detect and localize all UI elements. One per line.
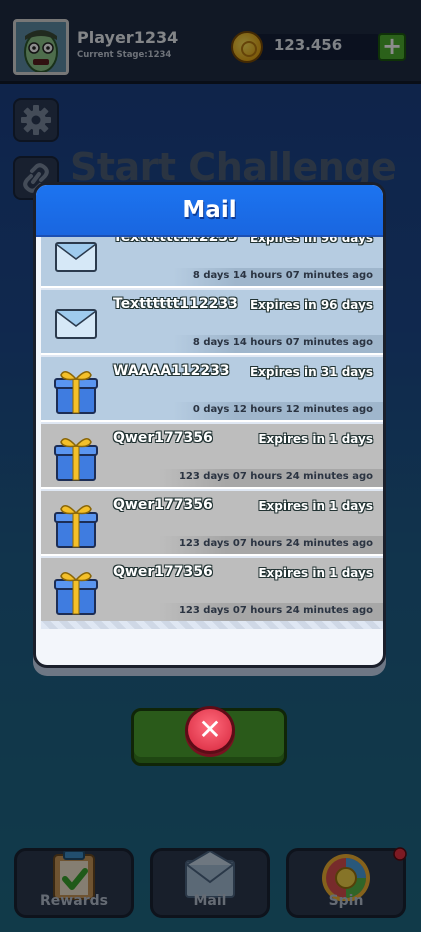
mail-time-ago: 123 days 07 hours 24 minutes ago — [158, 536, 383, 554]
gift-box-icon — [54, 505, 98, 548]
mail-time-ago: 8 days 14 hours 07 minutes ago — [172, 268, 383, 286]
mail-expiry: Expires in 1 days — [258, 566, 373, 580]
close-icon[interactable]: ✕ — [185, 706, 235, 754]
mail-sender: Qwer177356 — [113, 430, 213, 446]
mail-dialog-title: Mail — [182, 197, 237, 223]
envelope-icon — [55, 309, 97, 339]
mail-row[interactable]: Textttttt112233 Expires in 96 days 8 days … — [41, 290, 383, 355]
close-icon-glyph: ✕ — [198, 713, 222, 746]
mail-sender: Qwer177356 — [113, 497, 213, 513]
mail-expiry: Expires in 96 days — [249, 237, 373, 245]
mail-sender: Qwer177356 — [113, 564, 213, 580]
mail-time-ago: 8 days 14 hours 07 minutes ago — [172, 335, 383, 353]
gift-box-icon — [54, 438, 98, 481]
gift-box-icon — [54, 572, 98, 615]
mail-row[interactable]: Textttttt112233 Expires in 96 days 8 days … — [41, 237, 383, 288]
mail-time-ago: 123 days 07 hours 24 minutes ago — [158, 603, 383, 621]
gift-box-icon — [54, 371, 98, 414]
mail-row[interactable]: Qwer177356 Expires in 1 days 123 days 07 h… — [41, 491, 383, 556]
envelope-icon — [55, 242, 97, 272]
mail-dialog-header: Mail — [36, 185, 383, 237]
mail-expiry: Expires in 1 days — [258, 499, 373, 513]
mail-time-ago: 123 days 07 hours 24 minutes ago — [158, 469, 383, 487]
mail-list-empty-area — [41, 621, 383, 629]
mail-sender: Textttttt112233 — [113, 296, 238, 312]
mail-row[interactable]: Qwer177356 Expires in 1 days 123 days 07 h… — [41, 424, 383, 489]
mail-row[interactable]: WAAAA112233 Expires in 31 days 0 days 12 h… — [41, 357, 383, 422]
mail-time-ago: 0 days 12 hours 12 minutes ago — [172, 402, 383, 420]
mail-expiry: Expires in 96 days — [249, 298, 373, 312]
mail-expiry: Expires in 31 days — [249, 365, 373, 379]
mail-sender: WAAAA112233 — [113, 363, 230, 379]
mail-sender: Textttttt112233 — [113, 237, 238, 245]
mail-row[interactable]: Qwer177356 Expires in 1 days 123 days 07 h… — [41, 558, 383, 623]
mail-list[interactable]: Qwer177356 Expires in 1 days 123 days 07 h… — [41, 237, 383, 629]
mail-dialog: Mail Qwer177356 Expires in 1 days 123 days… — [33, 182, 386, 668]
mail-expiry: Expires in 1 days — [258, 432, 373, 446]
